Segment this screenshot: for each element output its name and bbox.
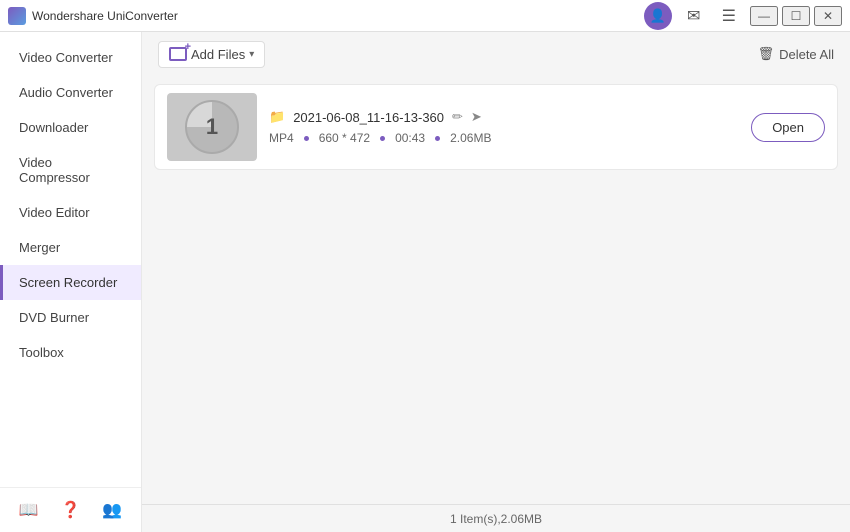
app-logo [8, 7, 26, 25]
share-icon[interactable]: ➤ [471, 109, 482, 125]
sidebar-item-audio-converter[interactable]: Audio Converter [0, 75, 141, 110]
file-name-label: 2021-06-08_11-16-13-360 [293, 110, 444, 125]
sidebar: Video Converter Audio Converter Download… [0, 32, 142, 532]
sidebar-item-screen-recorder[interactable]: Screen Recorder [0, 265, 141, 300]
close-button[interactable]: ✕ [814, 6, 842, 26]
open-button[interactable]: Open [751, 113, 825, 142]
add-files-button[interactable]: Add Files ▾ [158, 41, 265, 68]
file-size: 2.06MB [450, 131, 491, 145]
mail-icon[interactable]: ✉ [680, 2, 708, 30]
minimize-button[interactable]: — [750, 6, 778, 26]
sidebar-item-merger[interactable]: Merger [0, 230, 141, 265]
add-file-icon [169, 47, 187, 61]
meta-dot-3 [435, 136, 440, 141]
sidebar-footer: 📖 ❓ 👥 [0, 487, 141, 532]
main-content: Add Files ▾ 🗑 Delete All 1 📁 2021-06-08_… [142, 32, 850, 532]
file-thumbnail: 1 [167, 93, 257, 161]
titlebar: Wondershare UniConverter 👤 ✉ ☰ — ☐ ✕ [0, 0, 850, 32]
trash-icon: 🗑 [758, 46, 775, 62]
table-row: 1 📁 2021-06-08_11-16-13-360 ✏ ➤ MP4 660 … [154, 84, 838, 170]
file-meta: MP4 660 * 472 00:43 2.06MB [269, 131, 739, 145]
file-info: 📁 2021-06-08_11-16-13-360 ✏ ➤ MP4 660 * … [269, 109, 739, 145]
file-format: MP4 [269, 131, 294, 145]
edit-icon[interactable]: ✏ [452, 109, 463, 125]
thumbnail-number: 1 [185, 100, 239, 154]
toolbar: Add Files ▾ 🗑 Delete All [142, 32, 850, 76]
meta-dot-2 [380, 136, 385, 141]
window-controls: — ☐ ✕ [750, 6, 842, 26]
folder-icon: 📁 [269, 109, 285, 125]
toolbar-left: Add Files ▾ [158, 41, 265, 68]
titlebar-icons: 👤 ✉ ☰ [644, 2, 742, 30]
app-title: Wondershare UniConverter [32, 9, 644, 23]
book-icon[interactable]: 📖 [17, 498, 41, 522]
status-text: 1 Item(s),2.06MB [450, 512, 542, 526]
sidebar-item-video-editor[interactable]: Video Editor [0, 195, 141, 230]
app-body: Video Converter Audio Converter Download… [0, 32, 850, 532]
maximize-button[interactable]: ☐ [782, 6, 810, 26]
status-bar: 1 Item(s),2.06MB [142, 504, 850, 532]
file-resolution: 660 * 472 [319, 131, 370, 145]
sidebar-item-video-compressor[interactable]: Video Compressor [0, 145, 141, 195]
delete-all-button[interactable]: 🗑 Delete All [758, 46, 834, 62]
sidebar-item-toolbox[interactable]: Toolbox [0, 335, 141, 370]
meta-dot-1 [304, 136, 309, 141]
file-duration: 00:43 [395, 131, 425, 145]
file-list: 1 📁 2021-06-08_11-16-13-360 ✏ ➤ MP4 660 … [142, 76, 850, 504]
file-name-row: 📁 2021-06-08_11-16-13-360 ✏ ➤ [269, 109, 739, 125]
menu-icon[interactable]: ☰ [722, 6, 736, 26]
user-avatar-icon[interactable]: 👤 [644, 2, 672, 30]
sidebar-item-downloader[interactable]: Downloader [0, 110, 141, 145]
sidebar-item-video-converter[interactable]: Video Converter [0, 40, 141, 75]
help-icon[interactable]: ❓ [58, 498, 82, 522]
chevron-down-icon: ▾ [249, 49, 254, 60]
sidebar-item-dvd-burner[interactable]: DVD Burner [0, 300, 141, 335]
users-icon[interactable]: 👥 [100, 498, 124, 522]
sidebar-nav: Video Converter Audio Converter Download… [0, 32, 141, 487]
